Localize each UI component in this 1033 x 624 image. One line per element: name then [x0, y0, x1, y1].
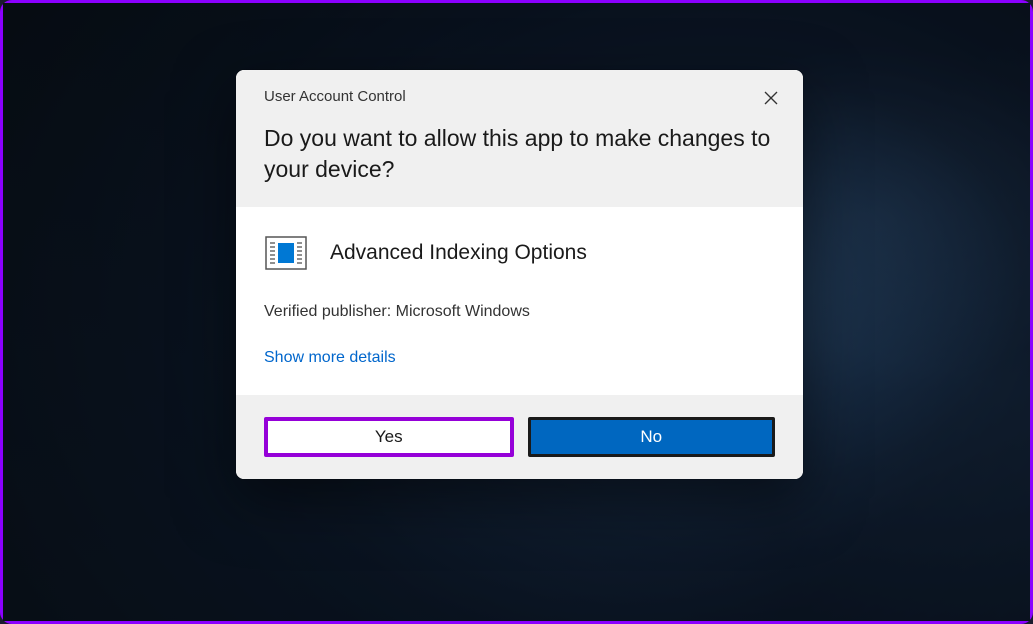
dialog-header: User Account Control Do you want to allo…	[236, 70, 803, 207]
app-icon	[264, 231, 308, 275]
uac-dialog: User Account Control Do you want to allo…	[236, 70, 803, 479]
close-button[interactable]	[759, 86, 783, 110]
dialog-body: Advanced Indexing Options Verified publi…	[236, 207, 803, 395]
close-icon	[764, 91, 778, 105]
yes-button[interactable]: Yes	[264, 417, 514, 457]
show-details-link[interactable]: Show more details	[264, 349, 396, 367]
no-button[interactable]: No	[528, 417, 776, 457]
app-name: Advanced Indexing Options	[330, 241, 587, 265]
app-info-row: Advanced Indexing Options	[264, 231, 775, 275]
dialog-question: Do you want to allow this app to make ch…	[264, 123, 775, 185]
dialog-title: User Account Control	[264, 88, 775, 105]
indexing-options-icon	[264, 231, 308, 275]
publisher-info: Verified publisher: Microsoft Windows	[264, 303, 775, 321]
dialog-footer: Yes No	[236, 395, 803, 479]
